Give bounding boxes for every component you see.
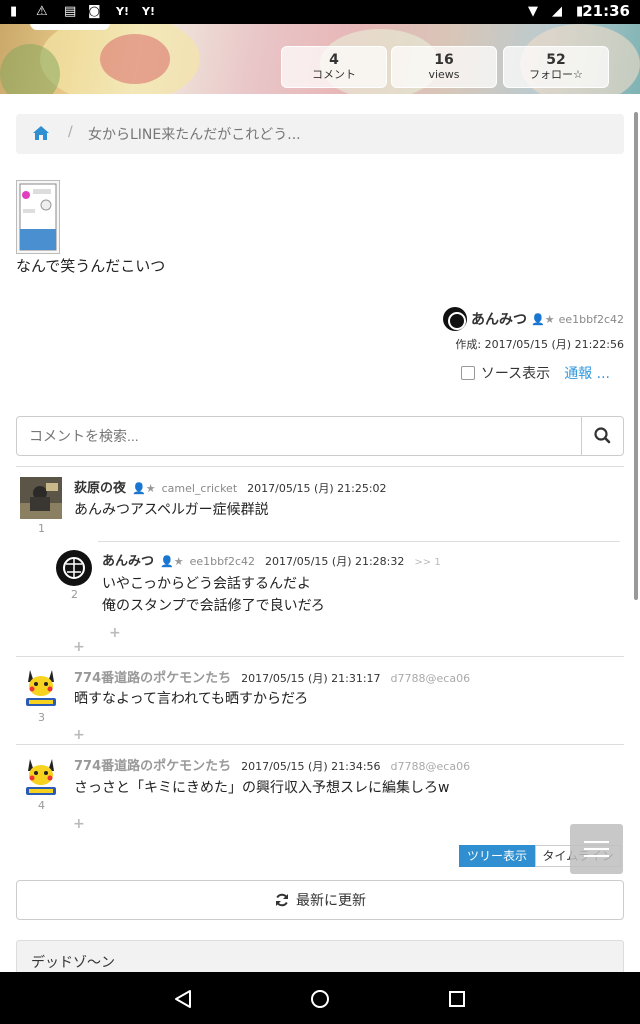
android-nav-bar xyxy=(0,972,640,1024)
avatar[interactable] xyxy=(20,755,62,797)
comment-author[interactable]: 774番道路のポケモンたち xyxy=(74,667,231,686)
warning-icon: ⚠ xyxy=(36,4,48,19)
comment-text: いやこっからどう会話するんだよ xyxy=(102,576,312,592)
source-label[interactable]: ソース表示 xyxy=(481,363,550,383)
comment-meta: 荻原の夜 👤★ camel_cricket 2017/05/15 (月) 21:… xyxy=(74,477,387,496)
refresh-label: 最新に更新 xyxy=(296,893,366,909)
yahoo-icon: Y! xyxy=(116,5,129,18)
comment-author[interactable]: あんみつ xyxy=(102,550,154,569)
comment-search xyxy=(16,416,624,456)
post-body: なんで笑うんだこいつ xyxy=(16,257,166,275)
scrollbar[interactable] xyxy=(634,112,638,600)
source-row: ソース表示 通報 ... xyxy=(460,362,610,384)
divider xyxy=(16,466,624,467)
section-title: デッドゾ〜ン xyxy=(31,955,115,971)
reply-plus-button[interactable]: + xyxy=(73,816,85,832)
clock: 21:36 xyxy=(582,2,630,20)
status-bar: ▮ ⚠ ▤ ◙ Y! Y! ▼ ◢ ▮ 21:36 xyxy=(0,0,640,24)
battery-alert-icon: ▮ xyxy=(10,4,18,19)
comment-meta: 774番道路のポケモンたち 2017/05/15 (月) 21:31:17 d7… xyxy=(74,667,470,686)
views-stat: 16 views xyxy=(391,46,497,88)
breadcrumb-current: 女からLINE来たんだがこれどう... xyxy=(88,127,301,143)
comment-author[interactable]: 774番道路のポケモンたち xyxy=(74,755,231,774)
breadcrumb: / 女からLINE来たんだがこれどう... xyxy=(16,114,624,154)
refresh-icon xyxy=(276,893,288,907)
search-button[interactable] xyxy=(582,417,623,455)
back-icon[interactable] xyxy=(172,988,194,1010)
source-checkbox[interactable] xyxy=(460,366,475,380)
refresh-button[interactable]: 最新に更新 xyxy=(16,880,624,920)
comment-text: さっさと「キミにきめた」の興行収入予想スレに編集しろw xyxy=(74,780,450,796)
post-image-thumbnail[interactable] xyxy=(16,180,60,254)
comment-text: 俺のスタンプで会話修了で良いだろ xyxy=(102,598,325,614)
menu-icon xyxy=(584,841,609,843)
post-author[interactable]: あんみつ 👤★ ee1bbf2c42 xyxy=(443,306,624,332)
comment-meta: 774番道路のポケモンたち 2017/05/15 (月) 21:34:56 d7… xyxy=(74,755,470,774)
avatar[interactable] xyxy=(56,550,92,586)
created-timestamp: 作成: 2017/05/15 (月) 21:22:56 xyxy=(455,338,624,351)
reply-ref-link[interactable]: >> 1 xyxy=(414,557,440,568)
header-banner: 4 コメント 16 views 52 フォロー☆ xyxy=(0,24,640,94)
avatar[interactable] xyxy=(20,477,62,519)
menu-fab-button[interactable] xyxy=(570,824,623,874)
recents-icon[interactable] xyxy=(446,988,468,1010)
wifi-icon: ▼ xyxy=(528,4,538,19)
signal-icon: ◢ xyxy=(552,4,562,19)
reply-plus-button[interactable]: + xyxy=(73,727,85,743)
avatar[interactable] xyxy=(443,307,468,331)
comment-text: あんみつアスペルガー症候群説 xyxy=(74,502,269,518)
comment-count-stat[interactable]: 4 コメント xyxy=(281,46,387,88)
home-icon[interactable] xyxy=(32,124,50,142)
reply-plus-button[interactable]: + xyxy=(73,639,85,655)
divider xyxy=(98,541,620,542)
author-id: ee1bbf2c42 xyxy=(558,312,624,326)
incognito-icon: ◙ xyxy=(88,4,101,19)
reply-plus-button[interactable]: + xyxy=(109,625,121,641)
comment-author[interactable]: 荻原の夜 xyxy=(74,477,126,496)
author-name[interactable]: あんみつ xyxy=(471,309,527,329)
sim-icon: ▤ xyxy=(64,4,77,19)
user-star-icon: 👤★ xyxy=(132,482,156,495)
comment-meta: あんみつ 👤★ ee1bbf2c42 2017/05/15 (月) 21:28:… xyxy=(102,550,441,569)
user-star-icon: 👤★ xyxy=(160,555,184,568)
divider xyxy=(16,744,624,745)
follow-button[interactable]: 52 フォロー☆ xyxy=(503,46,609,88)
tree-view-toggle[interactable]: ツリー表示 xyxy=(459,845,535,867)
comment-text: 晒すなよって言われても晒すからだろ xyxy=(74,691,309,707)
avatar[interactable] xyxy=(20,666,62,708)
divider xyxy=(16,656,624,657)
home-nav-icon[interactable] xyxy=(309,988,331,1010)
report-link[interactable]: 通報 ... xyxy=(564,363,610,383)
user-star-icon: 👤★ xyxy=(531,312,555,326)
yahoo-icon: Y! xyxy=(142,5,155,18)
search-input[interactable] xyxy=(17,417,582,455)
search-icon xyxy=(594,427,611,444)
